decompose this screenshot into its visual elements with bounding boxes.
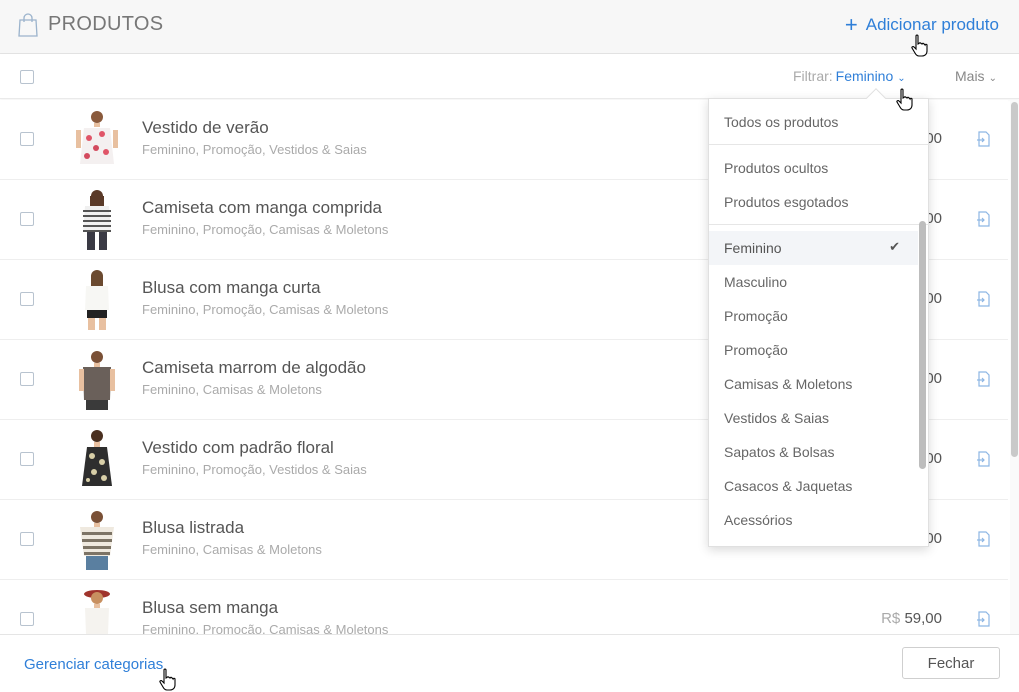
- hand-cursor-icon: [159, 668, 176, 691]
- filter-label: Filtrar:: [793, 68, 833, 84]
- filter-option-camisas-moletons[interactable]: Camisas & Moletons: [709, 367, 918, 401]
- duplicate-icon[interactable]: [976, 451, 990, 467]
- product-categories: Feminino, Promoção, Camisas & Moletons: [142, 302, 389, 317]
- filter-option-promocao[interactable]: Promoção: [709, 299, 918, 333]
- filter-dropdown[interactable]: Filtrar: Feminino ⌄: [793, 68, 906, 84]
- filter-option-masculino[interactable]: Masculino: [709, 265, 918, 299]
- more-menu[interactable]: Mais ⌄: [955, 68, 997, 84]
- dropdown-scrollbar-thumb[interactable]: [919, 221, 926, 469]
- product-categories: Feminino, Camisas & Moletons: [142, 382, 322, 397]
- product-name[interactable]: Vestido de verão: [142, 118, 269, 138]
- filter-option-acessorios[interactable]: Acessórios: [709, 503, 918, 537]
- row-checkbox[interactable]: [20, 372, 34, 386]
- product-thumbnail: [76, 111, 118, 164]
- plus-icon: +: [844, 12, 858, 37]
- main-scrollbar[interactable]: [1010, 100, 1019, 634]
- product-name[interactable]: Blusa sem manga: [142, 598, 278, 618]
- row-checkbox[interactable]: [20, 212, 34, 226]
- filter-option-casacos-jaquetas[interactable]: Casacos & Jaquetas: [709, 469, 918, 503]
- more-label: Mais: [955, 68, 985, 84]
- filter-option-out-of-stock[interactable]: Produtos esgotados: [709, 185, 918, 219]
- row-checkbox[interactable]: [20, 452, 34, 466]
- chevron-down-icon: ⌄: [897, 73, 906, 84]
- row-checkbox[interactable]: [20, 132, 34, 146]
- product-name[interactable]: Camiseta com manga comprida: [142, 198, 382, 218]
- duplicate-icon[interactable]: [976, 611, 990, 627]
- duplicate-icon[interactable]: [976, 131, 990, 147]
- select-all-checkbox[interactable]: [20, 70, 34, 84]
- filter-dropdown-menu: Todos os produtos Produtos ocultos Produ…: [708, 88, 930, 547]
- product-thumbnail: [84, 590, 110, 634]
- price-value: 59,00: [904, 610, 942, 627]
- filter-option-label: Feminino: [724, 240, 782, 256]
- row-checkbox[interactable]: [20, 532, 34, 546]
- add-product-label: Adicionar produto: [865, 15, 999, 34]
- manage-categories-link[interactable]: Gerenciar categorias: [24, 656, 163, 673]
- scrollbar-thumb[interactable]: [1011, 102, 1018, 457]
- filter-value: Feminino: [835, 68, 894, 84]
- price-currency: R$: [881, 610, 901, 627]
- shopping-bag-icon: [18, 13, 38, 37]
- divider: [709, 144, 930, 145]
- product-name[interactable]: Blusa listrada: [142, 518, 244, 538]
- row-checkbox[interactable]: [20, 612, 34, 626]
- filter-option-all-products[interactable]: Todos os produtos: [709, 105, 918, 139]
- product-categories: Feminino, Camisas & Moletons: [142, 542, 322, 557]
- footer: Gerenciar categorias Fechar: [0, 634, 1019, 692]
- product-name[interactable]: Blusa com manga curta: [142, 278, 321, 298]
- product-thumbnail: [79, 351, 115, 410]
- row-checkbox[interactable]: [20, 292, 34, 306]
- divider: [709, 224, 930, 225]
- product-thumbnail: [82, 430, 112, 486]
- hand-cursor-icon: [911, 34, 928, 57]
- product-thumbnail: [83, 190, 111, 250]
- duplicate-icon[interactable]: [976, 531, 990, 547]
- product-thumbnail: [85, 270, 109, 330]
- product-categories: Feminino, Promoção, Vestidos & Saias: [142, 142, 367, 157]
- table-row[interactable]: Blusa sem manga Feminino, Promoção, Cami…: [0, 580, 1008, 634]
- filter-option-hidden-products[interactable]: Produtos ocultos: [709, 151, 918, 185]
- product-price: R$ 59,00: [881, 610, 942, 627]
- hand-cursor-icon: [896, 88, 913, 111]
- product-categories: Feminino, Promoção, Vestidos & Saias: [142, 462, 367, 477]
- checkmark-icon: ✔: [889, 239, 900, 254]
- add-product-button[interactable]: + Adicionar produto: [844, 12, 999, 37]
- list-toolbar: Filtrar: Feminino ⌄ Mais ⌄: [0, 54, 1019, 99]
- product-thumbnail: [80, 511, 114, 570]
- filter-option-vestidos-saias[interactable]: Vestidos & Saias: [709, 401, 918, 435]
- duplicate-icon[interactable]: [976, 291, 990, 307]
- filter-option-feminino[interactable]: Feminino ✔: [709, 231, 918, 265]
- close-button[interactable]: Fechar: [902, 647, 1000, 679]
- duplicate-icon[interactable]: [976, 371, 990, 387]
- filter-option-sapatos-bolsas[interactable]: Sapatos & Bolsas: [709, 435, 918, 469]
- product-name[interactable]: Vestido com padrão floral: [142, 438, 334, 458]
- page-header: PRODUTOS + Adicionar produto: [0, 0, 1019, 54]
- product-name[interactable]: Camiseta marrom de algodão: [142, 358, 366, 378]
- product-categories: Feminino, Promoção, Camisas & Moletons: [142, 622, 389, 634]
- chevron-down-icon: ⌄: [988, 73, 997, 84]
- product-categories: Feminino, Promoção, Camisas & Moletons: [142, 222, 389, 237]
- filter-option-promocao-2[interactable]: Promoção: [709, 333, 918, 367]
- page-title: PRODUTOS: [48, 13, 164, 35]
- duplicate-icon[interactable]: [976, 211, 990, 227]
